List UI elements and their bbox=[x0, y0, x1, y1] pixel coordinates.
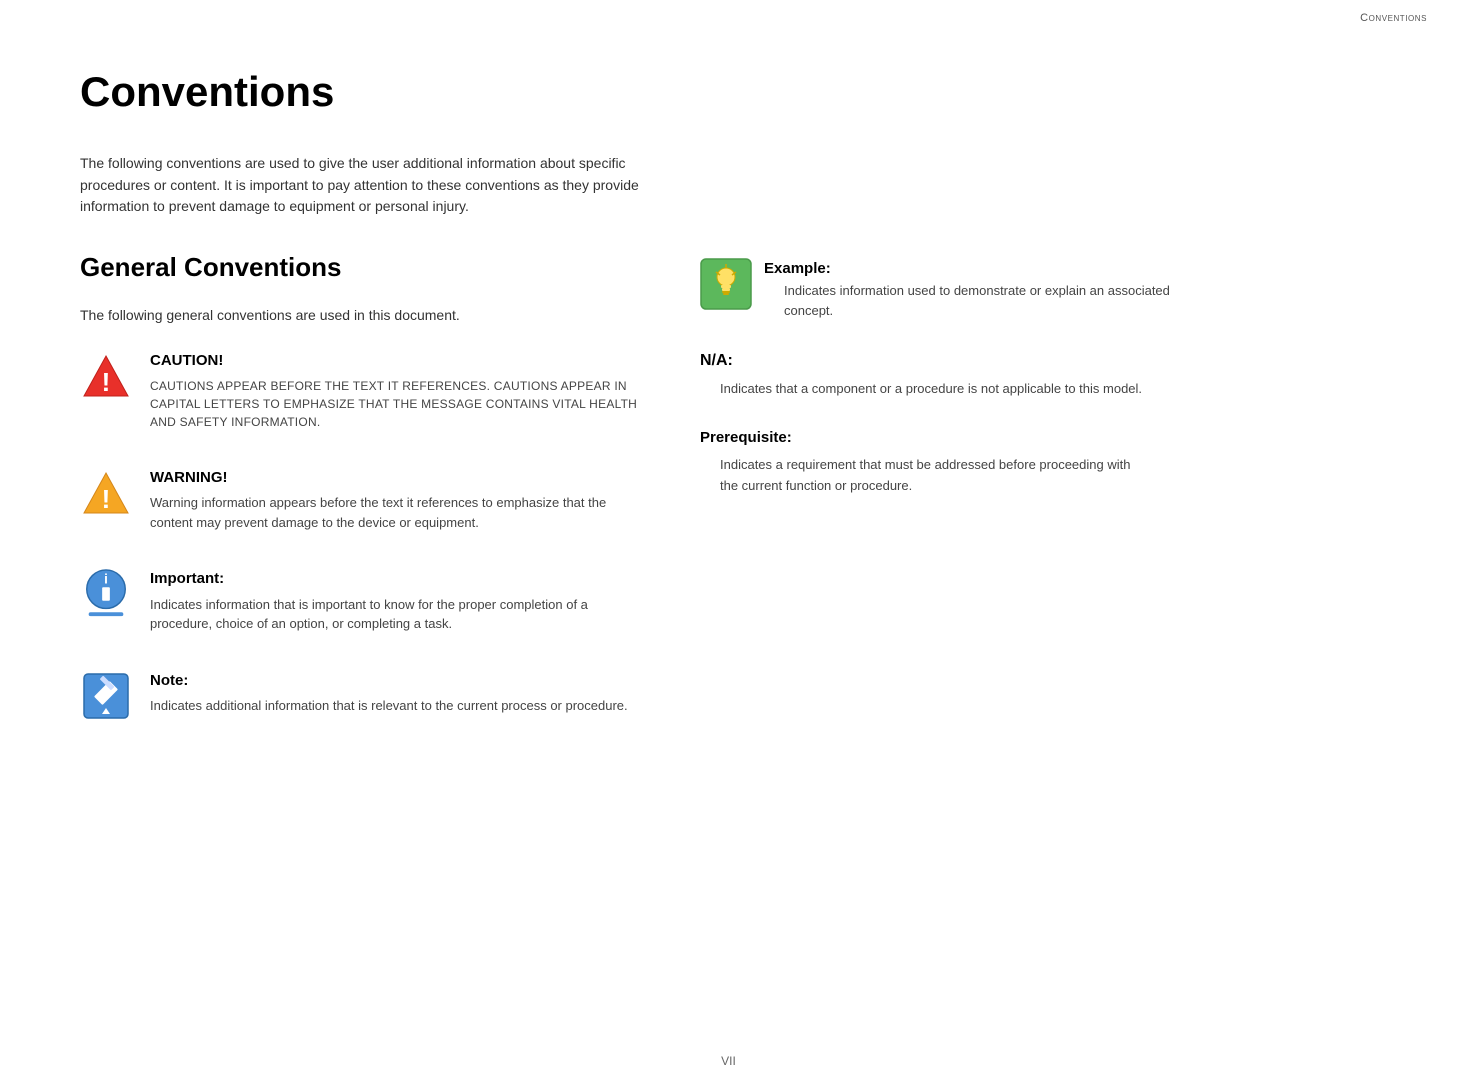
prerequisite-desc: Indicates a requirement that must be add… bbox=[700, 455, 1150, 495]
important-content: Important: Indicates information that is… bbox=[150, 568, 640, 634]
warning-title: WARNING! bbox=[150, 467, 640, 490]
two-column-layout: General Conventions The following genera… bbox=[80, 248, 1377, 758]
note-desc: Indicates additional information that is… bbox=[150, 696, 640, 716]
caution-item: ! CAUTION! CAUTIONS APPEAR BEFORE THE TE… bbox=[80, 350, 640, 431]
na-item: N/A: Indicates that a component or a pro… bbox=[700, 349, 1377, 399]
svg-text:i: i bbox=[104, 571, 108, 586]
note-title: Note: bbox=[150, 670, 640, 693]
warning-item: ! WARNING! Warning information appears b… bbox=[80, 467, 640, 533]
na-title: N/A: bbox=[700, 349, 1377, 373]
warning-icon-container: ! bbox=[80, 467, 132, 519]
general-conventions-title: General Conventions bbox=[80, 248, 640, 287]
important-desc: Indicates information that is important … bbox=[150, 595, 640, 634]
page-container: Conventions Conventions The following co… bbox=[0, 0, 1457, 1090]
prerequisite-title: Prerequisite: bbox=[700, 427, 1377, 450]
page-footer: VII bbox=[721, 1052, 736, 1070]
caution-icon: ! bbox=[82, 352, 130, 400]
example-icon bbox=[700, 258, 752, 310]
note-icon-container bbox=[80, 670, 132, 722]
header-conventions: Conventions bbox=[1360, 10, 1427, 27]
note-content: Note: Indicates additional information t… bbox=[150, 670, 640, 716]
warning-desc: Warning information appears before the t… bbox=[150, 493, 640, 532]
warning-icon: ! bbox=[82, 469, 130, 517]
example-title: Example: bbox=[764, 258, 1214, 281]
caution-icon-container: ! bbox=[80, 350, 132, 402]
caution-title: CAUTION! bbox=[150, 350, 640, 373]
page-title: Conventions bbox=[80, 60, 1377, 123]
example-header: Example: Indicates information used to d… bbox=[700, 258, 1377, 321]
intro-text: The following conventions are used to gi… bbox=[80, 153, 640, 218]
caution-desc: CAUTIONS APPEAR BEFORE THE TEXT IT REFER… bbox=[150, 377, 640, 431]
important-item: i Important: Indicates information that … bbox=[80, 568, 640, 634]
svg-text:!: ! bbox=[102, 367, 111, 397]
prerequisite-item: Prerequisite: Indicates a requirement th… bbox=[700, 427, 1377, 496]
warning-content: WARNING! Warning information appears bef… bbox=[150, 467, 640, 533]
left-column: General Conventions The following genera… bbox=[80, 248, 640, 758]
note-icon bbox=[82, 672, 130, 720]
note-item: Note: Indicates additional information t… bbox=[80, 670, 640, 722]
right-column: Example: Indicates information used to d… bbox=[700, 248, 1377, 524]
na-desc: Indicates that a component or a procedur… bbox=[700, 379, 1150, 399]
important-icon-container: i bbox=[80, 568, 132, 620]
example-item: Example: Indicates information used to d… bbox=[700, 258, 1377, 321]
important-icon: i bbox=[82, 568, 130, 620]
general-conventions-subtitle: The following general conventions are us… bbox=[80, 305, 640, 326]
important-title: Important: bbox=[150, 568, 640, 591]
caution-content: CAUTION! CAUTIONS APPEAR BEFORE THE TEXT… bbox=[150, 350, 640, 431]
example-desc: Indicates information used to demonstrat… bbox=[764, 281, 1214, 321]
svg-text:!: ! bbox=[102, 484, 111, 514]
